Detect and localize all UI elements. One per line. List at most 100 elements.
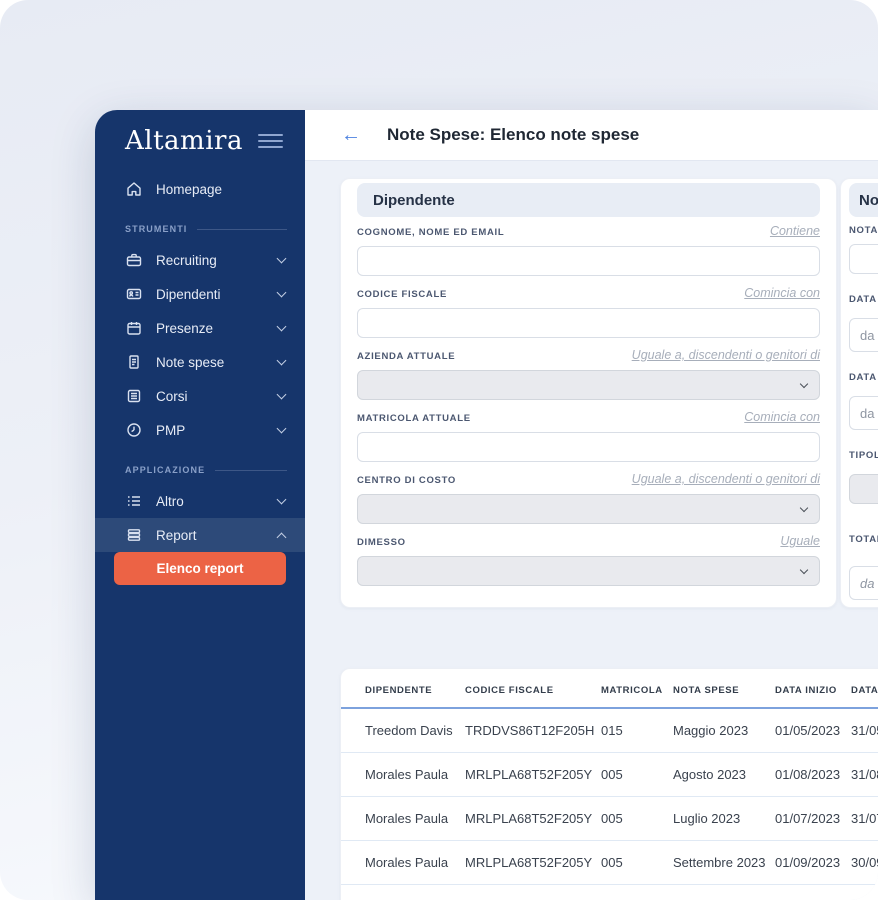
filter-group-totale: TOTALE (849, 534, 878, 600)
sidebar-item-recruiting[interactable]: Recruiting (95, 243, 305, 277)
sidebar-item-pmp[interactable]: PMP (95, 413, 305, 447)
column-header: DATA FINE (851, 685, 878, 696)
data-inizio-da-input[interactable] (849, 318, 878, 352)
field-label: DATA INIZIO (849, 294, 878, 305)
sidebar-section-strumenti: STRUMENTI (95, 215, 305, 243)
sidebar-item-corsi[interactable]: Corsi (95, 379, 305, 413)
sidebar-item-label: Altro (156, 493, 184, 509)
filter-group-data-inizio: DATA INIZIO (849, 294, 878, 352)
chevron-down-icon (276, 355, 287, 366)
sidebar-header: Altamira (95, 110, 305, 166)
column-header: DATA INIZIO (775, 685, 837, 696)
sidebar-item-label: PMP (156, 422, 186, 438)
sidebar-item-dipendenti[interactable]: Dipendenti (95, 277, 305, 311)
column-header: NOTA SPESE (673, 685, 740, 696)
sidebar-item-altro[interactable]: Altro (95, 484, 305, 518)
filter-section-header-nota-spese[interactable]: Nota spese (849, 183, 878, 217)
operator-link[interactable]: Contiene (770, 225, 820, 238)
centro-di-costo-select[interactable] (357, 494, 820, 524)
page-header: ← Note Spese: Elenco note spese (305, 110, 878, 161)
chevron-down-icon (799, 565, 809, 574)
field-label: AZIENDA ATTUALE (357, 351, 456, 362)
operator-link[interactable]: Uguale a, discendenti o genitori di (632, 349, 820, 362)
dimesso-select[interactable] (357, 556, 820, 586)
chevron-down-icon (276, 389, 287, 400)
cognome-nome-email-input[interactable] (357, 246, 820, 276)
list-icon (127, 496, 140, 506)
chevron-down-icon (276, 494, 287, 505)
filter-group-cognome: COGNOME, NOME ED EMAIL Contiene (357, 225, 820, 276)
field-label: TIPOLOGIA (849, 450, 878, 461)
sidebar-item-label: Note spese (156, 354, 225, 370)
filter-card-nota-spese: Nota spese NOTA SPESE DATA INIZIO (840, 178, 878, 608)
sidebar-item-report[interactable]: Report (95, 518, 305, 552)
home-icon (127, 182, 141, 196)
filter-group-matricola: MATRICOLA ATTUALE Comincia con (357, 411, 820, 462)
codice-fiscale-input[interactable] (357, 308, 820, 338)
menu-icon[interactable] (258, 130, 283, 152)
data-fine-da-input[interactable] (849, 396, 878, 430)
azienda-attuale-select[interactable] (357, 370, 820, 400)
sidebar-item-label: Corsi (156, 388, 188, 404)
table-row[interactable]: Morales Paula MRLPLA68T52F205Y 005 Lugli… (341, 797, 878, 841)
operator-link[interactable]: Uguale a, discendenti o genitori di (632, 473, 820, 486)
receipt-icon (129, 355, 139, 369)
chevron-up-icon (276, 532, 287, 542)
table-row[interactable]: Morales Paula MRLPLA68T52F205Y 005 Agost… (341, 753, 878, 797)
field-label: COGNOME, NOME ED EMAIL (357, 227, 505, 238)
column-header: CODICE FISCALE (465, 685, 554, 696)
field-label: CENTRO DI COSTO (357, 475, 456, 486)
filter-group-tipologia: TIPOLOGIA (849, 450, 878, 504)
page-background: Altamira Homepage STRUMENTI Recruiting D… (0, 0, 878, 900)
chevron-down-icon (799, 379, 809, 388)
field-label: TOTALE (849, 534, 878, 545)
sidebar-item-label: Report (156, 527, 197, 543)
column-header: DIPENDENTE (365, 685, 433, 696)
table-row[interactable]: Morales Paula MRLPLA68T52F205Y 005 Sette… (341, 841, 878, 885)
field-label: CODICE FISCALE (357, 289, 448, 300)
sidebar-item-presenze[interactable]: Presenze (95, 311, 305, 345)
filter-group-dimesso: DIMESSO Uguale (357, 535, 820, 586)
briefcase-icon (126, 253, 142, 267)
chevron-down-icon (276, 321, 287, 332)
sidebar-item-label: Recruiting (156, 252, 217, 268)
column-header: MATRICOLA (601, 685, 663, 696)
sidebar-item-note-spese[interactable]: Note spese (95, 345, 305, 379)
field-label: DIMESSO (357, 537, 406, 548)
chevron-down-icon (799, 503, 809, 512)
content-area: Dipendente COGNOME, NOME ED EMAIL Contie… (305, 161, 878, 900)
sidebar-item-label: Dipendenti (156, 286, 221, 302)
chevron-down-icon (276, 253, 287, 264)
results-table: DIPENDENTE CODICE FISCALE MATRICOLA NOTA… (341, 669, 878, 885)
field-label: NOTA SPESE (849, 225, 878, 236)
sidebar-item-label: Homepage (156, 181, 223, 197)
sidebar-item-homepage[interactable]: Homepage (95, 172, 305, 206)
filter-group-azienda: AZIENDA ATTUALE Uguale a, discendenti o … (357, 349, 820, 400)
totale-da-input[interactable] (849, 566, 878, 600)
filter-group-centro-di-costo: CENTRO DI COSTO Uguale a, discendenti o … (357, 473, 820, 524)
back-arrow-icon[interactable]: ← (341, 125, 361, 145)
clock-icon (127, 423, 141, 437)
operator-link[interactable]: Uguale (780, 535, 820, 548)
sidebar-section-applicazione: APPLICAZIONE (95, 456, 305, 484)
sidebar-item-label: Presenze (156, 320, 214, 336)
filter-group-data-fine: DATA FINE (849, 372, 878, 430)
tipologia-select[interactable] (849, 474, 878, 504)
operator-link[interactable]: Comincia con (744, 287, 820, 300)
main-area: ← Note Spese: Elenco note spese Dipenden… (305, 110, 878, 900)
matricola-attuale-input[interactable] (357, 432, 820, 462)
sidebar: Altamira Homepage STRUMENTI Recruiting D… (95, 110, 305, 900)
filter-section-header-dipendente[interactable]: Dipendente (357, 183, 820, 217)
filter-card-dipendente: Dipendente COGNOME, NOME ED EMAIL Contie… (340, 178, 837, 608)
page-title: Note Spese: Elenco note spese (387, 125, 640, 144)
app-logo: Altamira (125, 126, 243, 156)
table-row[interactable]: Treedom Davis TRDDVS86T12F205H 015 Maggi… (341, 708, 878, 753)
chevron-down-icon (276, 423, 287, 434)
id-card-icon (126, 288, 142, 300)
operator-link[interactable]: Comincia con (744, 411, 820, 424)
nota-spese-input[interactable] (849, 244, 878, 274)
sidebar-subitem-elenco-report[interactable]: Elenco report (114, 552, 286, 585)
field-label: MATRICOLA ATTUALE (357, 413, 471, 424)
rows-icon (127, 529, 141, 541)
calendar-icon (127, 322, 141, 335)
